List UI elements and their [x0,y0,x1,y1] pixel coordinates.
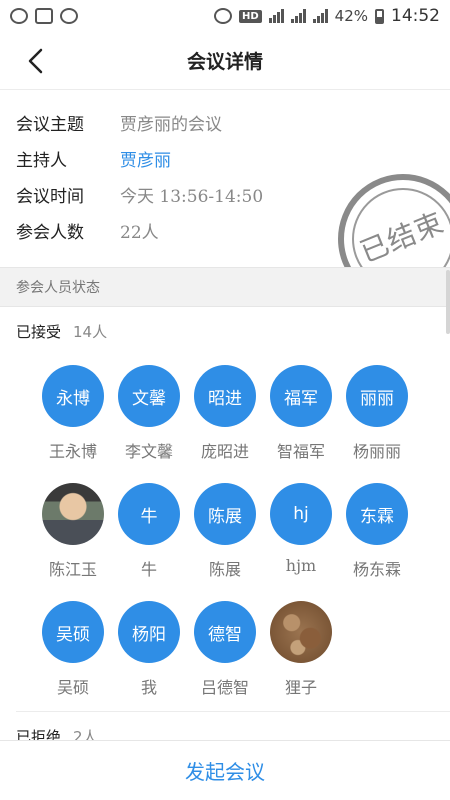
accepted-label: 已接受 [16,323,62,341]
divider [16,711,450,712]
avatar-photo [270,601,332,663]
nav-bar: 会议详情 [0,32,450,90]
topic-value: 贾彦丽的会议 [120,114,222,135]
accepted-group-label: 已接受 14人 [16,321,107,342]
rejected-label: 已拒绝 [16,728,62,740]
member-name: 牛 [140,560,157,579]
member-item[interactable]: 狸子 [263,601,339,719]
member-name: 陈江玉 [48,560,97,579]
member-name: 杨东霖 [352,560,401,579]
member-name: 庞昭进 [200,442,249,461]
image-icon [35,8,53,24]
host-link[interactable]: 贾彦丽 [120,146,171,171]
start-meeting-button[interactable]: 发起会议 [185,756,265,785]
status-left [10,8,78,24]
app-icon [60,8,78,24]
notification-icon [10,8,28,24]
host-label: 主持人 [16,150,67,171]
member-item[interactable]: 昭进 庞昭进 [187,365,263,483]
count-label: 参会人数 [16,222,84,243]
avatar: 东霖 [346,483,408,545]
member-item[interactable]: 陈江玉 [35,483,111,601]
time-label: 会议时间 [16,186,84,207]
member-item[interactable]: 永博 王永博 [35,365,111,483]
member-item[interactable]: 牛 牛 [111,483,187,601]
member-name: 狸子 [284,678,317,697]
member-name: 吕德智 [200,678,249,697]
avatar: 福军 [270,365,332,427]
member-item[interactable]: 丽丽 杨丽丽 [339,365,415,483]
member-item[interactable]: 吴硕 吴硕 [35,601,111,719]
avatar: 德智 [194,601,256,663]
avatar: 杨阳 [118,601,180,663]
count-value: 22人 [120,222,159,243]
member-grid: 永博 王永博 文馨 李文馨 昭进 庞昭进 福军 智福军 丽丽 杨丽丽 陈江玉 牛… [35,365,425,719]
info-row-topic: 会议主题 贾彦丽的会议 [16,104,436,140]
scroll-indicator [446,270,450,334]
member-name: 王永博 [48,442,97,461]
battery-percent: 42% [334,7,368,25]
avatar: 永博 [42,365,104,427]
avatar: 陈展 [194,483,256,545]
rejected-count: 2人 [73,728,98,740]
signal-icon [290,9,306,23]
avatar-photo [42,483,104,545]
time-value: 今天 13:56-14:50 [120,186,264,207]
member-name: 李文馨 [124,442,173,461]
alarm-icon [213,8,232,24]
back-button[interactable] [18,44,52,78]
battery-icon [375,8,384,24]
hd-icon: HD [238,9,262,23]
avatar: 吴硕 [42,601,104,663]
status-right: HD 42% 14:52 [213,6,440,26]
rejected-group-label: 已拒绝 2人 [16,726,98,740]
member-name: 杨丽丽 [352,442,401,461]
member-item[interactable]: 陈展 陈展 [187,483,263,601]
info-row-host: 主持人 贾彦丽 [16,140,436,176]
member-item[interactable]: 东霖 杨东霖 [339,483,415,601]
clock: 14:52 [391,6,440,26]
member-name: 吴硕 [56,678,89,697]
member-item[interactable]: hj hjm [263,483,339,601]
attendee-section-header: 参会人员状态 [0,267,450,307]
avatar: 文馨 [118,365,180,427]
avatar: 昭进 [194,365,256,427]
wifi-icon [268,9,284,23]
member-name: 智福军 [276,442,325,461]
chevron-left-icon [28,48,43,74]
avatar: hj [270,483,332,545]
member-item[interactable]: 德智 吕德智 [187,601,263,719]
member-item[interactable]: 杨阳 我 [111,601,187,719]
member-name: hjm [285,556,317,575]
avatar: 牛 [118,483,180,545]
member-item[interactable]: 文馨 李文馨 [111,365,187,483]
bottom-bar: 发起会议 [0,740,450,800]
member-name: 陈展 [208,560,241,579]
topic-label: 会议主题 [16,114,84,135]
accepted-count: 14人 [73,323,108,341]
status-bar: HD 42% 14:52 [0,0,450,32]
member-item[interactable]: 福军 智福军 [263,365,339,483]
avatar: 丽丽 [346,365,408,427]
member-name: 我 [140,678,157,697]
page-title: 会议详情 [186,51,263,73]
signal-4g-icon [312,9,328,23]
